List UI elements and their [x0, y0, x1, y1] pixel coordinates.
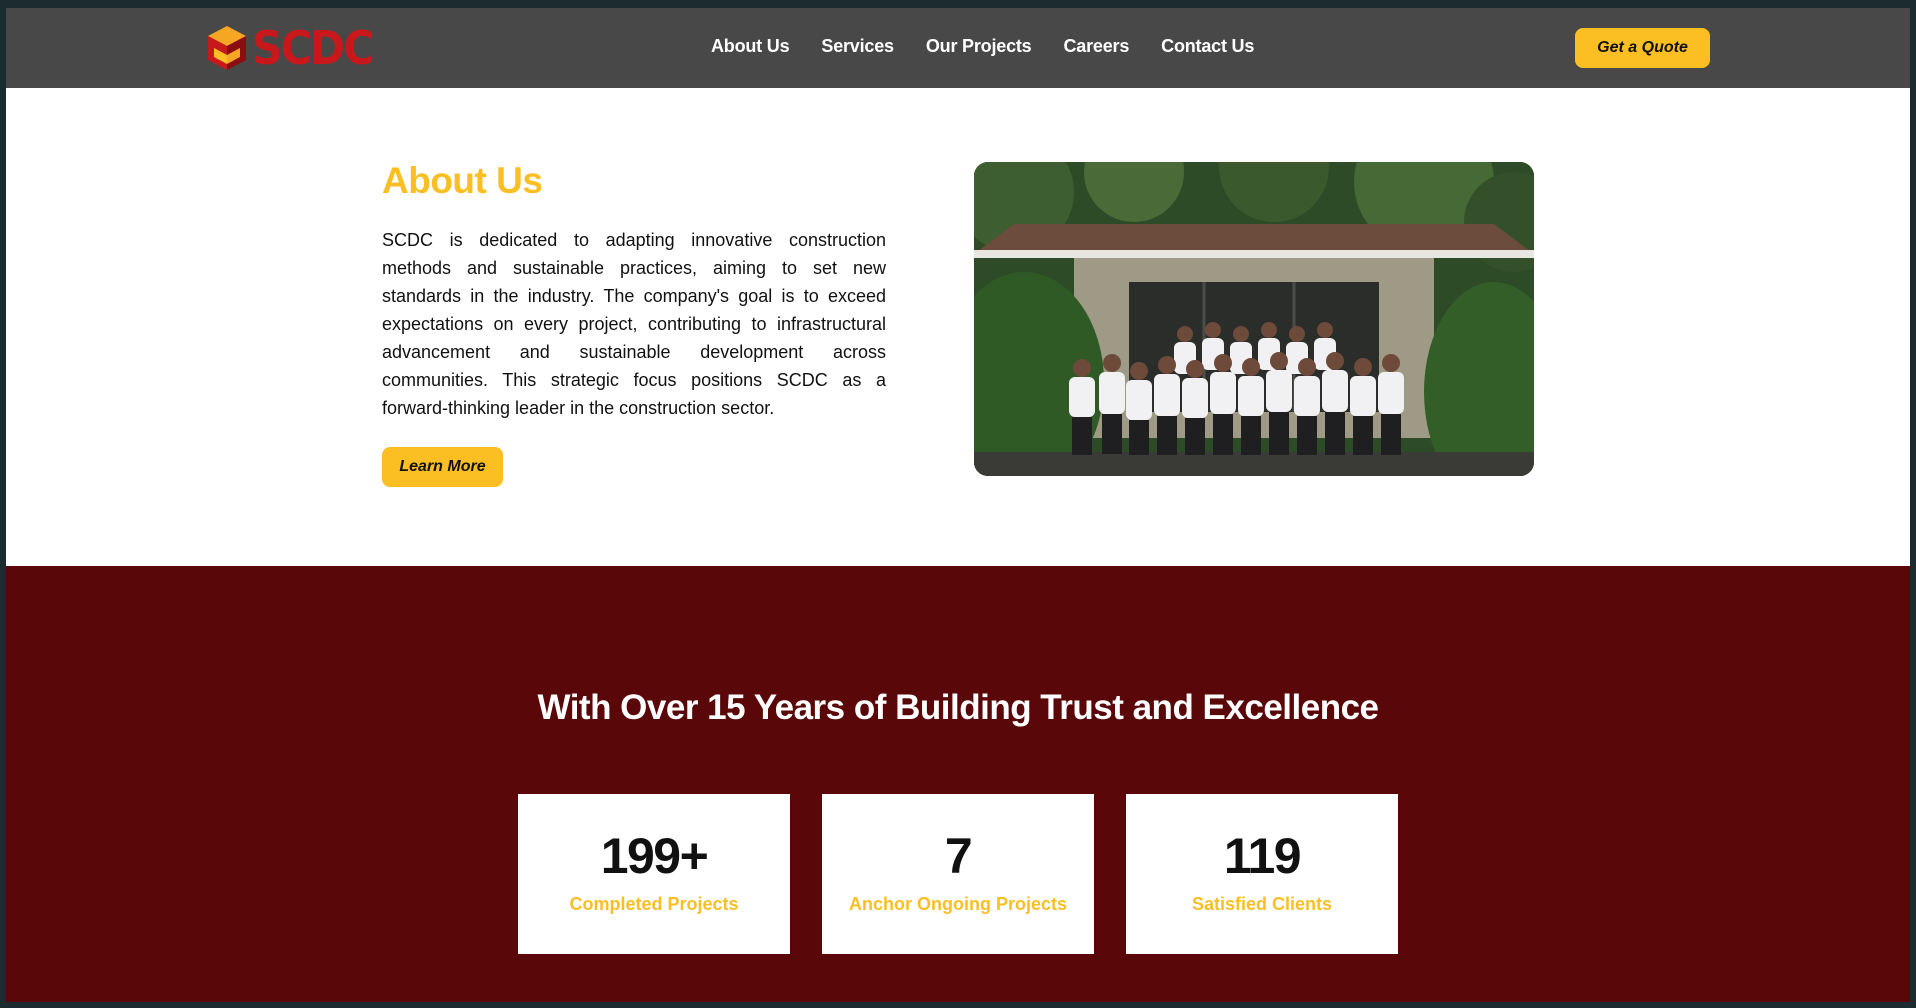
team-photo — [974, 162, 1534, 476]
stats-section: With Over 15 Years of Building Trust and… — [6, 566, 1910, 1002]
stat-value: 199+ — [600, 828, 709, 884]
nav-about-us[interactable]: About Us — [711, 36, 790, 57]
get-a-quote-button[interactable]: Get a Quote — [1575, 28, 1710, 68]
stats-title: With Over 15 Years of Building Trust and… — [537, 688, 1379, 727]
stat-card-satisfied-clients: 119 Satisfied Clients — [1126, 794, 1398, 954]
nav-careers[interactable]: Careers — [1064, 36, 1130, 57]
stat-card-completed-projects: 199+ Completed Projects — [518, 794, 790, 954]
logo-cube-icon — [208, 26, 246, 70]
stat-value: 119 — [1223, 828, 1302, 884]
about-paragraph: SCDC is dedicated to adapting innovative… — [382, 230, 886, 418]
site-header: SCDC About Us Services Our Projects Care… — [6, 8, 1910, 88]
stat-label: Anchor Ongoing Projects — [848, 894, 1067, 914]
page: SCDC About Us Services Our Projects Care… — [6, 8, 1910, 1002]
stat-label: Completed Projects — [569, 894, 739, 914]
learn-more-button[interactable]: Learn More — [382, 447, 503, 487]
nav-contact-us[interactable]: Contact Us — [1161, 36, 1254, 57]
stats-cards: 199+ Completed Projects 7 Anchor Ongoing… — [518, 794, 1430, 954]
stat-value: 7 — [944, 828, 973, 884]
nav-our-projects[interactable]: Our Projects — [926, 36, 1032, 57]
brand-logo[interactable]: SCDC — [206, 18, 383, 78]
stat-label: Satisfied Clients — [1191, 894, 1333, 914]
main-nav: About Us Services Our Projects Careers C… — [711, 36, 1286, 57]
nav-services[interactable]: Services — [821, 36, 894, 57]
about-title: About Us — [382, 160, 543, 201]
logo-text: SCDC — [252, 21, 374, 75]
stat-card-ongoing-projects: 7 Anchor Ongoing Projects — [822, 794, 1094, 954]
